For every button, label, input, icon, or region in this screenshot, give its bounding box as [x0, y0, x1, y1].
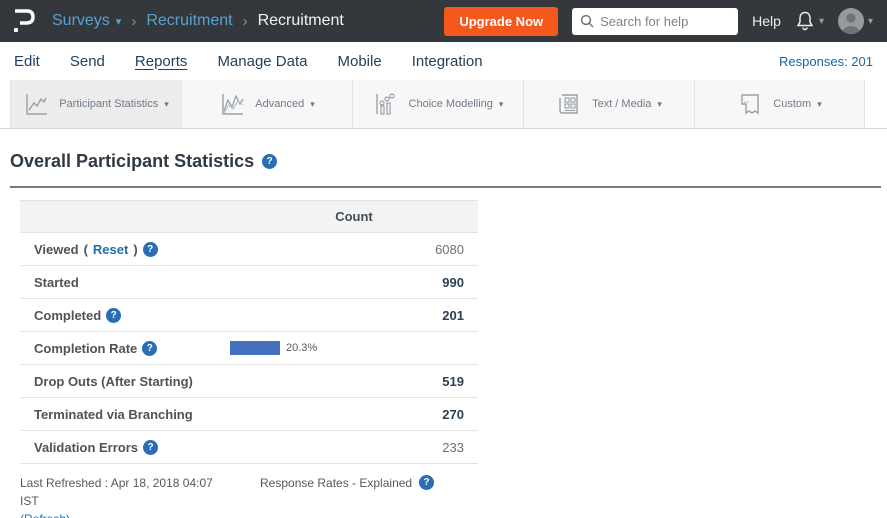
breadcrumb-folder-link[interactable]: Recruitment: [146, 12, 232, 30]
response-rates-text: Response Rates - Explained: [260, 476, 412, 490]
row-label: Viewed: [34, 242, 79, 257]
tab-edit[interactable]: Edit: [14, 53, 40, 70]
row-value: 201: [442, 308, 464, 323]
chevron-down-icon: ▾: [310, 99, 315, 110]
reset-suffix: ): [133, 242, 137, 257]
questionpro-logo[interactable]: [12, 7, 36, 35]
row-label: Completion Rate: [34, 341, 137, 356]
completion-rate-label: 20.3%: [286, 342, 317, 354]
topbar-right: Upgrade Now Help ▾: [444, 7, 873, 36]
toolbar-item-label: Text / Media: [592, 98, 651, 110]
table-header-row: Count: [20, 200, 478, 233]
chevron-down-icon: ▾: [817, 99, 822, 110]
table-row-completed: Completed ? 201: [20, 299, 478, 332]
last-refreshed-block: Last Refreshed : Apr 18, 2018 04:07 IST …: [20, 474, 232, 518]
table-row-viewed: Viewed ( Reset ) ? 6080: [20, 233, 478, 266]
refresh-link[interactable]: (Refresh): [20, 510, 232, 518]
tab-integration[interactable]: Integration: [412, 53, 483, 70]
row-label: Validation Errors: [34, 440, 138, 455]
surveys-dropdown[interactable]: Surveys ▾: [52, 12, 121, 30]
toolbar-item-label: Choice Modelling: [409, 98, 493, 110]
toolbar-advanced[interactable]: Advanced ▾: [181, 80, 352, 128]
help-icon[interactable]: ?: [142, 341, 157, 356]
count-column-header: Count: [230, 209, 478, 224]
help-icon[interactable]: ?: [106, 308, 121, 323]
tab-send[interactable]: Send: [70, 53, 105, 70]
breadcrumb-current-survey: Recruitment: [258, 12, 344, 30]
help-icon[interactable]: ?: [419, 475, 434, 490]
report-toolbar: Participant Statistics ▾ Advanced ▾ Choi…: [0, 80, 887, 129]
topbar: Surveys ▾ › Recruitment › Recruitment Up…: [0, 0, 887, 42]
chevron-down-icon: ▾: [868, 16, 873, 27]
toolbar-item-label: Custom: [773, 98, 811, 110]
document-icon: [737, 91, 763, 117]
row-value: 519: [442, 374, 464, 389]
row-value: 270: [442, 407, 464, 422]
row-value: 6080: [435, 242, 464, 257]
breadcrumb: Surveys ▾ › Recruitment › Recruitment: [52, 12, 344, 30]
row-value: 233: [442, 440, 464, 455]
newspaper-icon: [556, 91, 582, 117]
avatar: [838, 8, 864, 34]
reset-prefix: (: [84, 242, 88, 257]
row-label: Terminated via Branching: [34, 407, 193, 422]
survey-nav-row: Edit Send Reports Manage Data Mobile Int…: [0, 42, 887, 80]
last-refreshed-text: Last Refreshed : Apr 18, 2018 04:07 IST: [20, 476, 213, 508]
participant-stats-table: Count Viewed ( Reset ) ? 6080 Started 99…: [20, 200, 478, 464]
row-label: Started: [34, 275, 79, 290]
row-value: 990: [442, 275, 464, 290]
responses-count[interactable]: Responses: 201: [779, 54, 873, 69]
chevron-down-icon: ▾: [499, 99, 504, 110]
account-menu-button[interactable]: ▾: [838, 8, 873, 34]
table-row-completion-rate: Completion Rate ? 20.3%: [20, 332, 478, 365]
toolbar-participant-statistics[interactable]: Participant Statistics ▾: [10, 80, 181, 128]
chevron-down-icon: ▾: [116, 15, 122, 28]
search-input[interactable]: [600, 14, 720, 29]
area-chart-icon: [219, 91, 245, 117]
table-row-validation-errors: Validation Errors ? 233: [20, 431, 478, 464]
breadcrumb-separator-icon: ›: [243, 13, 248, 30]
page-head: Overall Participant Statistics ?: [10, 151, 887, 172]
chevron-down-icon: ▾: [164, 99, 169, 110]
help-icon[interactable]: ?: [262, 154, 277, 169]
main-content: Overall Participant Statistics ? Count V…: [0, 129, 887, 518]
row-label: Drop Outs (After Starting): [34, 374, 193, 389]
response-rates-block: Response Rates - Explained ?: [260, 475, 434, 490]
chevron-down-icon: ▾: [819, 16, 824, 27]
tab-mobile[interactable]: Mobile: [338, 53, 382, 70]
surveys-label: Surveys: [52, 12, 110, 30]
notifications-button[interactable]: ▾: [795, 10, 824, 32]
toolbar-item-label: Participant Statistics: [59, 98, 158, 110]
toolbar-choice-modelling[interactable]: Choice Modelling ▾: [352, 80, 523, 128]
help-icon[interactable]: ?: [143, 242, 158, 257]
table-row-terminated: Terminated via Branching 270: [20, 398, 478, 431]
table-row-started: Started 990: [20, 266, 478, 299]
survey-tabs: Edit Send Reports Manage Data Mobile Int…: [14, 53, 483, 70]
bell-icon: [795, 10, 815, 32]
help-search-box[interactable]: [572, 8, 738, 35]
toolbar-text-media[interactable]: Text / Media ▾: [523, 80, 694, 128]
search-icon: [580, 14, 594, 28]
table-footer: Last Refreshed : Apr 18, 2018 04:07 IST …: [20, 474, 887, 518]
upgrade-now-button[interactable]: Upgrade Now: [444, 7, 558, 36]
table-row-drop-outs: Drop Outs (After Starting) 519: [20, 365, 478, 398]
help-icon[interactable]: ?: [143, 440, 158, 455]
completion-rate-bar: [230, 341, 280, 355]
scatter-chart-icon: [373, 91, 399, 117]
breadcrumb-separator-icon: ›: [131, 13, 136, 30]
toolbar-item-label: Advanced: [255, 98, 304, 110]
tab-manage-data[interactable]: Manage Data: [217, 53, 307, 70]
line-chart-icon: [23, 91, 49, 117]
chevron-down-icon: ▾: [657, 99, 662, 110]
tab-reports[interactable]: Reports: [135, 53, 188, 70]
help-link[interactable]: Help: [752, 13, 781, 29]
reset-link[interactable]: Reset: [93, 242, 128, 257]
divider: [10, 186, 881, 188]
toolbar-custom[interactable]: Custom ▾: [694, 80, 865, 128]
page-title: Overall Participant Statistics: [10, 151, 254, 172]
row-label: Completed: [34, 308, 101, 323]
